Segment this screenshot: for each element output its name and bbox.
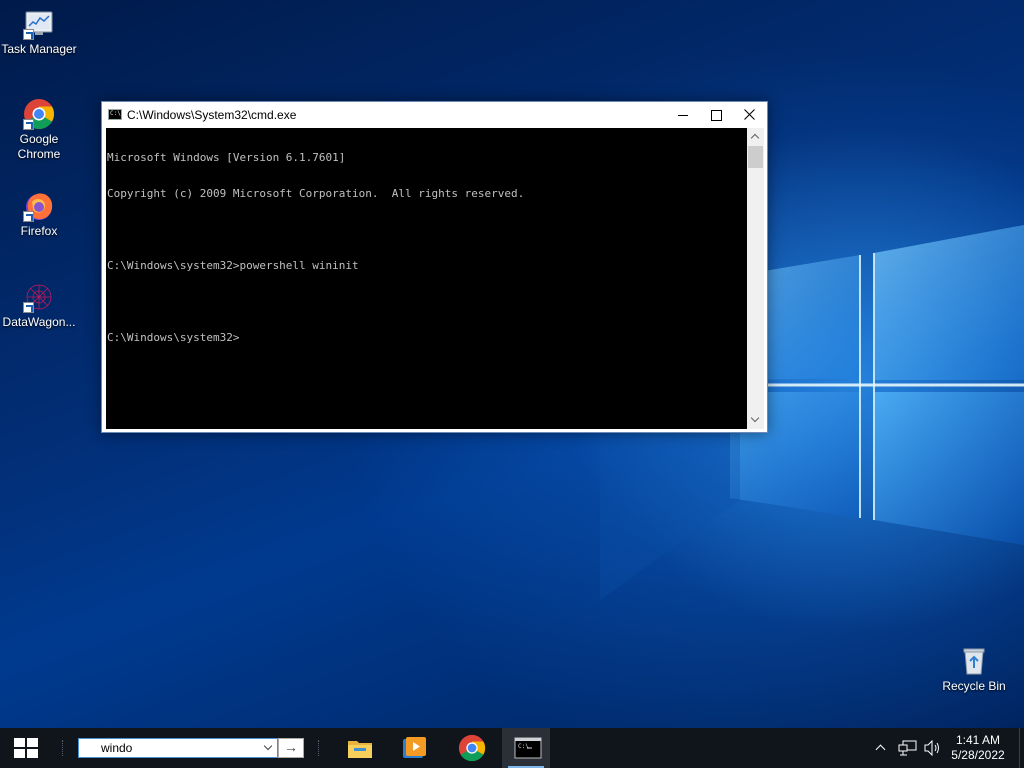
console-output[interactable]: Microsoft Windows [Version 6.1.7601] Cop…	[106, 128, 747, 429]
desktop-icon-task-manager[interactable]: Task Manager	[1, 8, 77, 57]
cmd-icon: C:\	[514, 737, 542, 759]
desktop-icon-label: Google Chrome	[17, 132, 61, 161]
taskbar-file-explorer[interactable]	[334, 728, 382, 768]
console-line: C:\Windows\system32>powershell wininit	[107, 259, 359, 272]
taskbar-media-player[interactable]	[388, 728, 436, 768]
clock[interactable]: 1:41 AM 5/28/2022	[946, 733, 1010, 763]
minimize-button[interactable]	[667, 102, 700, 128]
media-player-icon	[403, 737, 426, 758]
console-prompt: C:\Windows\system32>	[107, 331, 240, 344]
go-button[interactable]: →	[278, 738, 304, 758]
scroll-down-arrow-icon[interactable]	[747, 412, 764, 429]
shortcut-arrow-icon	[23, 29, 34, 40]
search-input[interactable]	[79, 739, 259, 757]
desktop-icon-google-chrome[interactable]: Google Chrome	[1, 98, 77, 162]
cmd-icon	[108, 109, 122, 120]
vertical-scrollbar[interactable]	[747, 128, 764, 429]
cmd-window[interactable]: C:\Windows\System32\cmd.exe Microsoft Wi…	[101, 101, 768, 433]
maximize-button[interactable]	[700, 102, 733, 128]
chrome-icon	[458, 734, 486, 762]
close-button[interactable]	[733, 102, 766, 128]
desktop: Task Manager Google Chrome Firefox DataW…	[0, 0, 1024, 728]
recycle-bin-icon	[958, 645, 990, 677]
arrow-right-icon: →	[284, 739, 298, 755]
shortcut-arrow-icon	[23, 302, 34, 313]
datawagon-icon	[23, 281, 55, 313]
taskbar-chrome[interactable]	[446, 728, 494, 768]
chevron-down-icon[interactable]	[263, 743, 273, 753]
console-line: Microsoft Windows [Version 6.1.7601]	[107, 151, 346, 164]
search-box[interactable]	[78, 738, 278, 758]
desktop-icon-datawagon[interactable]: DataWagon...	[1, 281, 77, 330]
show-desktop-button[interactable]	[1019, 728, 1024, 768]
desktop-icon-recycle-bin[interactable]: Recycle Bin	[936, 645, 1012, 694]
shortcut-arrow-icon	[23, 211, 34, 222]
desktop-icon-label: Recycle Bin	[942, 679, 1006, 693]
toolbar-grip[interactable]	[62, 740, 66, 756]
scroll-up-arrow-icon[interactable]	[747, 128, 764, 145]
scroll-thumb[interactable]	[748, 146, 763, 168]
console-line: Copyright (c) 2009 Microsoft Corporation…	[107, 187, 525, 200]
toolbar-grip[interactable]	[318, 740, 322, 756]
desktop-icon-label: Firefox	[20, 224, 58, 238]
taskbar-cmd[interactable]: C:\	[502, 728, 550, 768]
window-title: C:\Windows\System32\cmd.exe	[127, 108, 297, 122]
clock-date: 5/28/2022	[951, 748, 1005, 762]
start-button[interactable]	[0, 728, 52, 768]
shortcut-arrow-icon	[23, 119, 34, 130]
desktop-icon-firefox[interactable]: Firefox	[1, 190, 77, 239]
address-toolbar: →	[62, 728, 312, 768]
windows-logo-icon	[14, 738, 38, 758]
cmd-titlebar[interactable]: C:\Windows\System32\cmd.exe	[102, 102, 767, 128]
close-icon	[744, 109, 755, 120]
firefox-icon	[23, 190, 55, 222]
network-icon[interactable]	[898, 740, 918, 756]
task-manager-icon	[23, 8, 55, 40]
svg-text:C:\: C:\	[518, 743, 529, 750]
show-hidden-icons-chevron-icon[interactable]	[874, 742, 886, 754]
desktop-icon-label: Task Manager	[1, 42, 77, 56]
volume-icon[interactable]	[924, 740, 942, 756]
clock-time: 1:41 AM	[955, 733, 1001, 747]
chrome-icon	[23, 98, 55, 130]
taskbar: → C:\	[0, 728, 1024, 768]
desktop-icon-label: DataWagon...	[2, 315, 76, 329]
file-explorer-icon	[348, 741, 372, 758]
